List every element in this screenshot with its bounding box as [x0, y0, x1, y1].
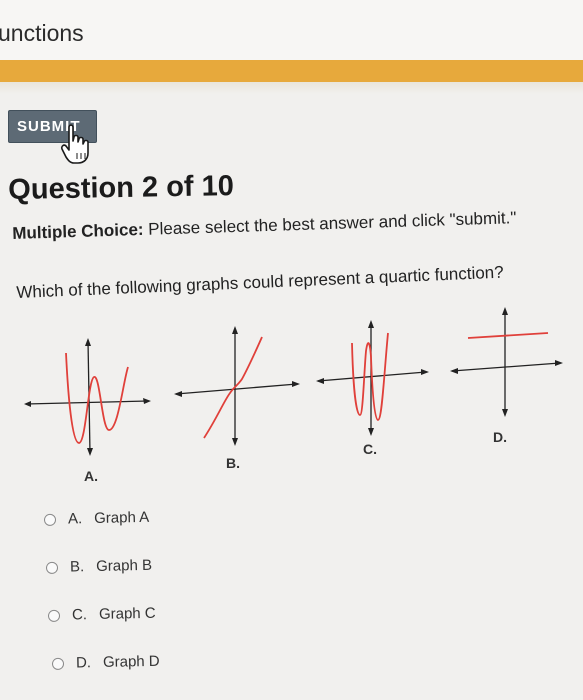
option-c-label: Graph C	[98, 604, 156, 623]
top-header: unctions	[0, 0, 583, 62]
option-b-radio[interactable]	[45, 561, 59, 574]
graph-c-label: C.	[363, 441, 377, 457]
option-c-radio[interactable]	[47, 609, 61, 622]
option-d-label: Graph D	[102, 652, 160, 671]
question-type-label: Multiple Choice:	[12, 219, 144, 243]
option-d-letter: D.	[75, 654, 92, 672]
graph-a	[24, 338, 151, 456]
option-d-radio[interactable]	[51, 657, 65, 670]
graph-c	[316, 320, 429, 436]
graph-a-label: A.	[84, 468, 98, 484]
option-d[interactable]: D. Graph D	[51, 652, 160, 672]
graph-b	[174, 326, 300, 446]
instructions-text: Multiple Choice: Please select the best …	[12, 206, 572, 244]
option-a-letter: A.	[67, 510, 83, 528]
option-c[interactable]: C. Graph C	[47, 604, 156, 624]
option-a[interactable]: A. Graph A	[43, 508, 150, 528]
page-header-title: unctions	[0, 20, 84, 46]
option-b-letter: B.	[69, 558, 85, 576]
question-title: Question 2 of 10	[8, 170, 235, 206]
option-b[interactable]: B. Graph B	[45, 556, 153, 576]
option-a-label: Graph A	[93, 508, 150, 527]
option-b-label: Graph B	[95, 556, 153, 575]
graph-d	[450, 307, 563, 417]
option-c-letter: C.	[71, 606, 88, 624]
graph-d-label: D.	[493, 429, 507, 445]
instructions-body: Please select the best answer and click …	[147, 208, 517, 239]
question-prompt: Which of the following graphs could repr…	[16, 262, 504, 302]
accent-bar-shadow	[0, 82, 583, 94]
graph-b-label: B.	[226, 455, 240, 471]
accent-bar	[0, 60, 583, 82]
hand-cursor-icon	[61, 124, 89, 164]
option-a-radio[interactable]	[43, 513, 57, 526]
